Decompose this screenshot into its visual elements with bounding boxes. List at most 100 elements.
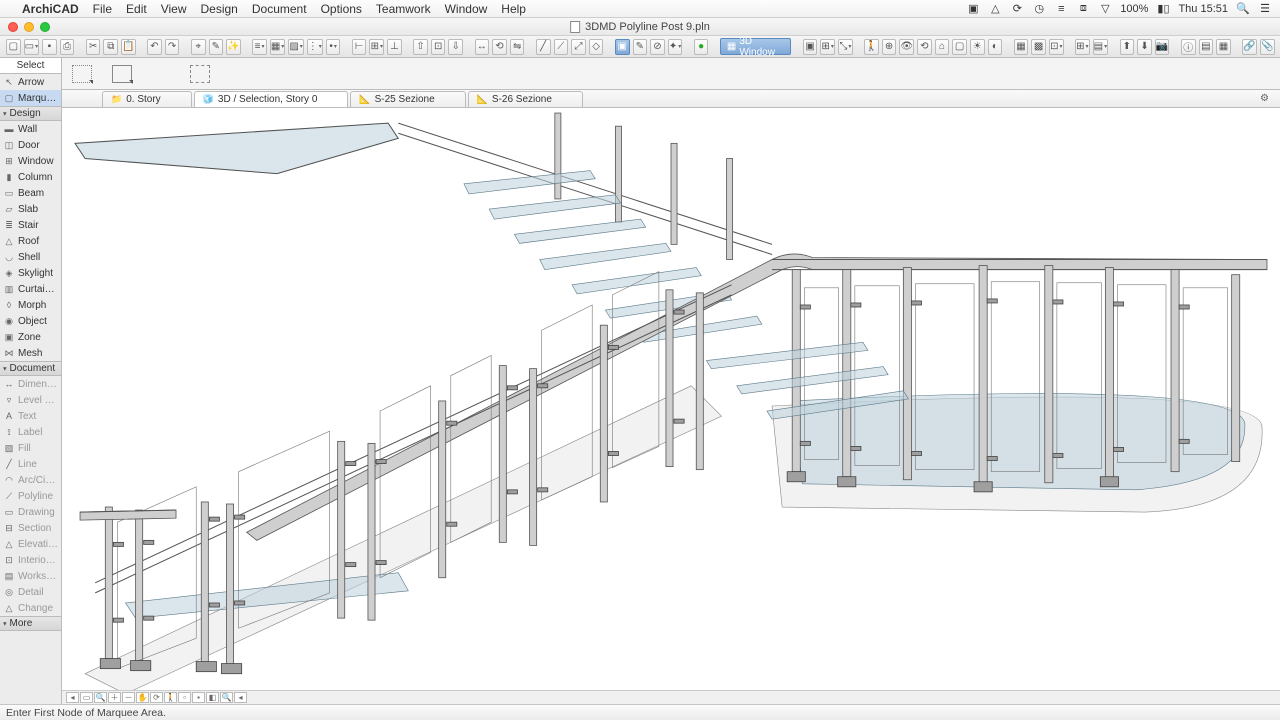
tab-s25[interactable]: 📐S-25 Sezione: [350, 91, 465, 107]
nav-zoom-button[interactable]: 🔍: [94, 692, 107, 703]
tab-s26[interactable]: 📐S-26 Sezione: [468, 91, 583, 107]
nav-zoomout-button[interactable]: －: [122, 692, 135, 703]
menu-view[interactable]: View: [161, 2, 187, 16]
story-settings-button[interactable]: ⊡: [431, 39, 446, 55]
render3-button[interactable]: ⊡: [1049, 39, 1064, 55]
persp-button[interactable]: ▣: [803, 39, 818, 55]
tool-worksheet[interactable]: ▤Works…: [0, 568, 61, 584]
nav-zoomin-button[interactable]: ＋: [108, 692, 121, 703]
tool-slab[interactable]: ▱Slab: [0, 201, 61, 217]
tool-arc[interactable]: ◠Arc/Ci…: [0, 472, 61, 488]
tool-text[interactable]: AText: [0, 408, 61, 424]
layer-button[interactable]: ⋮: [307, 39, 323, 55]
grid-button[interactable]: ⊥: [387, 39, 402, 55]
dropper-button[interactable]: ✎: [209, 39, 224, 55]
bars-icon[interactable]: ≡: [1054, 3, 1068, 15]
tool-line[interactable]: ╱Line: [0, 456, 61, 472]
redo-button[interactable]: ↷: [165, 39, 180, 55]
tool-marquee[interactable]: ▢Marqu…: [0, 90, 61, 106]
sun-button[interactable]: ☀: [970, 39, 985, 55]
shadow-button[interactable]: ◐: [988, 39, 1003, 55]
tool-beam[interactable]: ▭Beam: [0, 185, 61, 201]
menu-help[interactable]: Help: [501, 2, 526, 16]
schedule-button[interactable]: ▤: [1199, 39, 1214, 55]
nav-pan-button[interactable]: ✋: [136, 692, 149, 703]
link-button[interactable]: ⊘: [650, 39, 665, 55]
tool-window[interactable]: ⊞Window: [0, 153, 61, 169]
tool-detail[interactable]: ◎Detail: [0, 584, 61, 600]
nav-walk-button[interactable]: 🚶: [164, 692, 177, 703]
open-file-button[interactable]: ▭: [24, 39, 39, 55]
nav-opt2-button[interactable]: ▪: [192, 692, 205, 703]
story-down-button[interactable]: ⇩: [448, 39, 463, 55]
menu-design[interactable]: Design: [201, 2, 238, 16]
view-set-button[interactable]: ▤: [1093, 39, 1108, 55]
orbit-button[interactable]: ⊕: [882, 39, 897, 55]
look-button[interactable]: 👁: [899, 39, 914, 55]
nav-orbit-button[interactable]: ⟳: [150, 692, 163, 703]
pick-button[interactable]: ⌖: [191, 39, 206, 55]
tool-section[interactable]: ⊟Section: [0, 520, 61, 536]
info-button[interactable]: ⓘ: [1181, 39, 1196, 55]
marquee-mode-button[interactable]: ▣: [615, 39, 630, 55]
tool-elevation[interactable]: △Elevati…: [0, 536, 61, 552]
align-button[interactable]: ⊞: [369, 39, 384, 55]
nav-opt1-button[interactable]: ▫: [178, 692, 191, 703]
hatch-button[interactable]: ▦: [270, 39, 285, 55]
adjust-button[interactable]: ⤢: [571, 39, 586, 55]
marquee-thick-button[interactable]: [112, 65, 132, 83]
minimize-window-button[interactable]: [24, 22, 34, 32]
lineweight-button[interactable]: ≡: [252, 39, 267, 55]
close-window-button[interactable]: [8, 22, 18, 32]
document-header[interactable]: Document: [0, 361, 61, 376]
battery-icon[interactable]: ▮▯: [1156, 2, 1170, 15]
tool-interior[interactable]: ⊡Interio…: [0, 552, 61, 568]
split-button[interactable]: ⟋: [554, 39, 569, 55]
move-button[interactable]: ↔: [475, 39, 490, 55]
tool-wall[interactable]: ▬Wall: [0, 121, 61, 137]
tab-story[interactable]: 📁0. Story: [102, 91, 192, 107]
zoom-window-button[interactable]: [40, 22, 50, 32]
export-button[interactable]: ⬆: [1120, 39, 1135, 55]
view-opt-button[interactable]: ⊞: [820, 39, 835, 55]
tool-arrow[interactable]: ↖Arrow: [0, 74, 61, 90]
fill-button[interactable]: ▨: [288, 39, 303, 55]
menu-icon[interactable]: ☰: [1258, 2, 1272, 15]
tool-mesh[interactable]: ⋈Mesh: [0, 345, 61, 361]
attach-button[interactable]: 📎: [1260, 39, 1275, 55]
edit-mode-button[interactable]: ✎: [633, 39, 648, 55]
menu-edit[interactable]: Edit: [126, 2, 147, 16]
nav-opt4-button[interactable]: 🔍: [220, 692, 233, 703]
photo-button[interactable]: 📷: [1155, 39, 1170, 55]
clock-icon[interactable]: ◷: [1032, 2, 1046, 15]
nav-opt5-button[interactable]: ◂: [234, 692, 247, 703]
cut-button[interactable]: ✂: [86, 39, 101, 55]
nav-opt3-button[interactable]: ◧: [206, 692, 219, 703]
mirror-button[interactable]: ⇋: [510, 39, 525, 55]
dropbox-icon[interactable]: ⧈: [1076, 2, 1090, 15]
green-dot-button[interactable]: ●: [694, 39, 709, 55]
tool-label[interactable]: ⟟Label: [0, 424, 61, 440]
design-header[interactable]: Design: [0, 106, 61, 121]
tool-fill[interactable]: ▨Fill: [0, 440, 61, 456]
menu-teamwork[interactable]: Teamwork: [376, 2, 431, 16]
wifi-icon[interactable]: ▽: [1098, 2, 1112, 15]
resize-button[interactable]: ◇: [589, 39, 604, 55]
tab-3d[interactable]: 🧊3D / Selection, Story 0: [194, 91, 349, 107]
fit-button[interactable]: ▢: [952, 39, 967, 55]
link2-button[interactable]: 🔗: [1242, 39, 1257, 55]
more-header[interactable]: More: [0, 616, 61, 631]
tool-roof[interactable]: △Roof: [0, 233, 61, 249]
tab-settings-button[interactable]: ⚙: [1260, 93, 1274, 107]
3d-viewport[interactable]: ◂ ▭ 🔍 ＋ － ✋ ⟳ 🚶 ▫ ▪ ◧ 🔍 ◂: [62, 108, 1280, 704]
paste-button[interactable]: 📋: [121, 39, 136, 55]
tool-drawing[interactable]: ▭Drawing: [0, 504, 61, 520]
tool-skylight[interactable]: ◈Skylight: [0, 265, 61, 281]
spotlight-icon[interactable]: 🔍: [1236, 2, 1250, 15]
menu-options[interactable]: Options: [321, 2, 362, 16]
tool-morph[interactable]: ◊Morph: [0, 297, 61, 313]
print-button[interactable]: ⎙: [60, 39, 75, 55]
new-file-button[interactable]: ▢: [6, 39, 21, 55]
tool-change[interactable]: △Change: [0, 600, 61, 616]
menu-document[interactable]: Document: [252, 2, 307, 16]
